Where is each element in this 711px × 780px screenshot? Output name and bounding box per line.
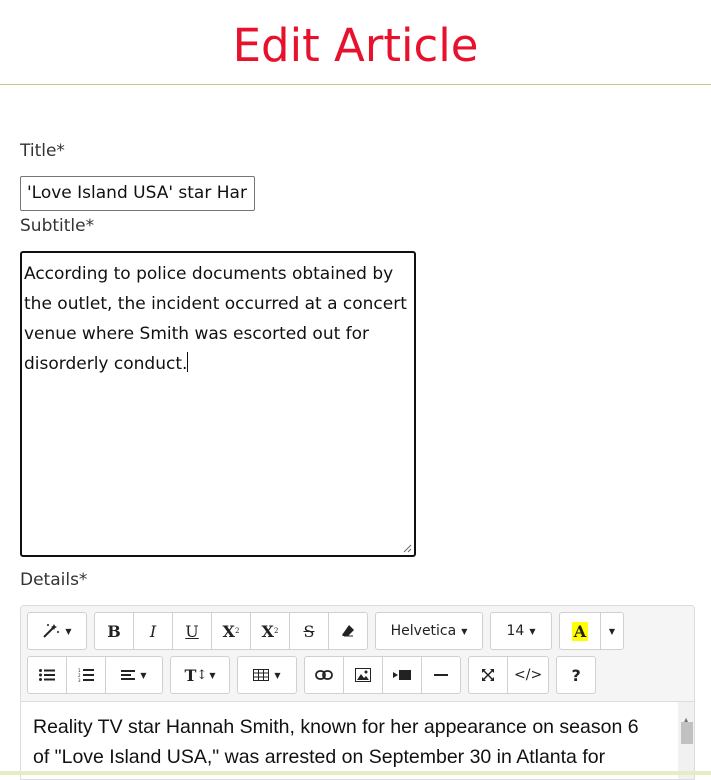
- highlight-icon: A: [571, 621, 589, 641]
- insert-video-button[interactable]: [382, 656, 422, 694]
- fullscreen-icon: [481, 668, 495, 682]
- style-button[interactable]: ▼: [27, 612, 87, 650]
- title-label: Title*: [20, 141, 65, 161]
- view-group: </>: [468, 656, 550, 694]
- svg-text:3: 3: [78, 678, 81, 682]
- chevron-down-icon: ▼: [209, 670, 216, 680]
- ordered-list-button[interactable]: 123: [66, 656, 106, 694]
- style-group: ▼: [27, 612, 87, 650]
- unordered-list-button[interactable]: [27, 656, 67, 694]
- magic-wand-icon: [42, 623, 60, 639]
- subscript-button[interactable]: X2: [250, 612, 290, 650]
- code-view-button[interactable]: </>: [507, 656, 550, 694]
- picture-icon: [355, 668, 371, 682]
- bullet-list-icon: [39, 669, 55, 681]
- subtitle-label: Subtitle*: [20, 216, 95, 236]
- rich-text-editor: ▼ B I U X2 X2 S Helvetica ▼ 14 ▼ A ▼ 1 2…: [20, 605, 695, 780]
- chevron-down-icon: ▼: [608, 626, 616, 636]
- paragraph-align-dropdown[interactable]: ▼: [105, 656, 163, 694]
- scrollbar-thumb[interactable]: [681, 722, 693, 744]
- video-icon: [393, 669, 411, 681]
- color-group: A ▼: [559, 612, 624, 650]
- italic-icon: I: [149, 621, 157, 641]
- editor-content-area[interactable]: Reality TV star Hannah Smith, known for …: [21, 701, 694, 779]
- font-size-group: 14 ▼: [490, 612, 552, 650]
- strikethrough-icon: S: [303, 621, 315, 641]
- italic-button[interactable]: I: [133, 612, 173, 650]
- insert-picture-button[interactable]: [343, 656, 383, 694]
- link-icon: [315, 670, 333, 680]
- subscript-icon: X: [261, 621, 274, 641]
- font-family-value: Helvetica: [390, 623, 457, 639]
- table-dropdown[interactable]: ▼: [237, 656, 297, 694]
- superscript-icon: X: [222, 621, 235, 641]
- help-group: ?: [556, 656, 597, 694]
- line-height-icon: T: [184, 665, 197, 685]
- page-title: Edit Article: [232, 19, 479, 72]
- chevron-down-icon: ▼: [461, 626, 468, 636]
- subtitle-textarea[interactable]: According to police documents obtained b…: [20, 251, 416, 557]
- details-label: Details*: [20, 570, 88, 590]
- toolbar-row-1: ▼ B I U X2 X2 S Helvetica ▼ 14 ▼ A ▼: [27, 612, 631, 650]
- font-style-group: B I U X2 X2 S: [94, 612, 368, 650]
- help-button[interactable]: ?: [556, 656, 597, 694]
- chevron-down-icon: ▼: [274, 670, 281, 680]
- chevron-down-icon: ▼: [529, 626, 536, 636]
- underline-icon: U: [185, 621, 199, 641]
- font-family-dropdown[interactable]: Helvetica ▼: [375, 612, 483, 650]
- page-header: Edit Article: [0, 0, 711, 85]
- eraser-icon: [341, 624, 355, 638]
- align-left-icon: [121, 670, 136, 680]
- list-group: 123 ▼: [27, 656, 163, 694]
- resize-handle-icon[interactable]: [402, 543, 412, 553]
- text-caret: [187, 352, 189, 372]
- insert-link-button[interactable]: [304, 656, 344, 694]
- superscript-button[interactable]: X2: [211, 612, 251, 650]
- table-icon: [253, 669, 270, 681]
- fullscreen-button[interactable]: [468, 656, 508, 694]
- bold-icon: B: [107, 621, 121, 641]
- strikethrough-button[interactable]: S: [289, 612, 329, 650]
- horizontal-rule-icon: [434, 673, 448, 677]
- insert-group: [304, 656, 461, 694]
- title-input[interactable]: 'Love Island USA' star Har: [20, 176, 255, 211]
- line-height-dropdown[interactable]: T ↕ ▼: [170, 656, 230, 694]
- color-dropdown-button[interactable]: ▼: [600, 612, 624, 650]
- vertical-arrows-icon: ↕: [196, 667, 208, 683]
- help-icon: ?: [571, 665, 581, 685]
- editor-content: Reality TV star Hannah Smith, known for …: [33, 716, 639, 768]
- table-group: ▼: [237, 656, 297, 694]
- font-family-group: Helvetica ▼: [375, 612, 483, 650]
- underline-button[interactable]: U: [172, 612, 212, 650]
- horizontal-rule-button[interactable]: [421, 656, 461, 694]
- editor-scrollbar[interactable]: ▲: [678, 702, 694, 779]
- clear-format-button[interactable]: [328, 612, 368, 650]
- chevron-down-icon: ▼: [65, 626, 72, 636]
- numbered-list-icon: 123: [78, 668, 94, 682]
- font-size-value: 14: [506, 623, 525, 639]
- highlight-color-button[interactable]: A: [559, 612, 601, 650]
- toolbar-row-2: 123 ▼ T ↕ ▼ ▼ </> ?: [27, 656, 603, 694]
- bold-button[interactable]: B: [94, 612, 134, 650]
- chevron-down-icon: ▼: [140, 670, 147, 680]
- subtitle-text: According to police documents obtained b…: [24, 264, 407, 374]
- line-height-group: T ↕ ▼: [170, 656, 230, 694]
- code-icon: </>: [514, 667, 543, 683]
- bottom-strip: [0, 771, 711, 775]
- font-size-dropdown[interactable]: 14 ▼: [490, 612, 552, 650]
